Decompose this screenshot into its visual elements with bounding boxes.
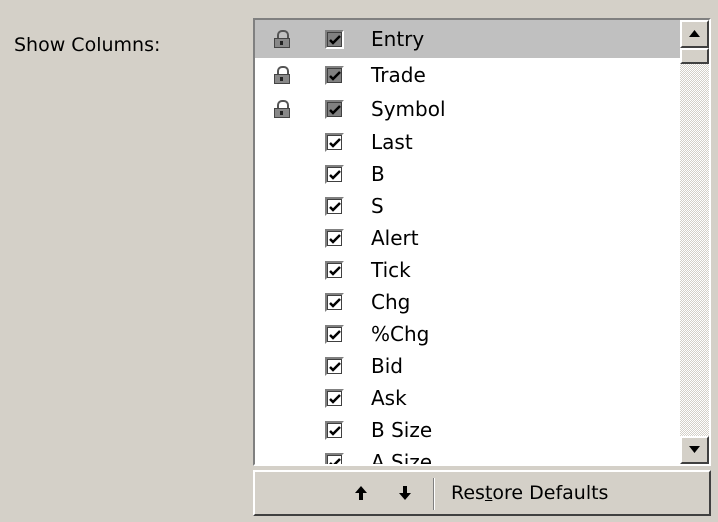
- lock-cell: [255, 30, 309, 48]
- lock-cell: [255, 100, 309, 118]
- column-name: Chg: [371, 290, 411, 314]
- column-row[interactable]: Symbol: [255, 92, 680, 126]
- column-name: Tick: [371, 258, 411, 282]
- checkmark-icon: [328, 169, 341, 180]
- lock-icon: [274, 66, 290, 84]
- column-name: B: [371, 162, 385, 186]
- checkmark-icon: [328, 104, 341, 115]
- check-cell: [309, 388, 359, 408]
- column-name: Entry: [371, 27, 425, 51]
- column-name: Bid: [371, 354, 403, 378]
- column-name: B Size: [371, 418, 433, 442]
- column-name: Last: [371, 130, 413, 154]
- column-checkbox: [324, 99, 344, 119]
- arrow-up-icon: [355, 486, 367, 500]
- column-checkbox[interactable]: [324, 132, 344, 152]
- column-checkbox[interactable]: [324, 164, 344, 184]
- column-checkbox[interactable]: [324, 196, 344, 216]
- check-cell: [309, 292, 359, 312]
- check-cell: [309, 65, 359, 85]
- column-row[interactable]: Last: [255, 126, 680, 158]
- scroll-down-button[interactable]: [680, 436, 709, 464]
- lock-icon: [274, 30, 290, 48]
- check-cell: [309, 356, 359, 376]
- column-name: Symbol: [371, 97, 446, 121]
- checkmark-icon: [328, 425, 341, 436]
- column-row[interactable]: Bid: [255, 350, 680, 382]
- column-row[interactable]: Ask: [255, 382, 680, 414]
- column-checkbox: [324, 29, 344, 49]
- checkmark-icon: [328, 361, 341, 372]
- column-checkbox[interactable]: [324, 420, 344, 440]
- column-name: Trade: [371, 63, 426, 87]
- checkmark-icon: [328, 329, 341, 340]
- check-cell: [309, 29, 359, 49]
- check-cell: [309, 228, 359, 248]
- column-row[interactable]: B: [255, 158, 680, 190]
- column-name: Alert: [371, 226, 419, 250]
- restore-label-pre: Res: [451, 482, 485, 504]
- column-checkbox[interactable]: [324, 260, 344, 280]
- column-checkbox[interactable]: [324, 388, 344, 408]
- checkmark-icon: [328, 34, 341, 45]
- lock-icon: [274, 100, 290, 118]
- scroll-up-button[interactable]: [680, 20, 709, 48]
- checkmark-icon: [328, 137, 341, 148]
- scroll-thumb[interactable]: [680, 48, 709, 64]
- restore-label-post: ore Defaults: [492, 482, 609, 504]
- column-checkbox: [324, 65, 344, 85]
- columns-listbox[interactable]: Entry Trade Symbol Last B S Alert Tick Chg %Chg Bi…: [253, 18, 711, 466]
- column-name: Ask: [371, 386, 407, 410]
- column-row[interactable]: A Size: [255, 446, 680, 466]
- column-checkbox[interactable]: [324, 452, 344, 464]
- checkmark-icon: [328, 233, 341, 244]
- check-cell: [309, 132, 359, 152]
- column-row[interactable]: %Chg: [255, 318, 680, 350]
- column-row[interactable]: S: [255, 190, 680, 222]
- arrow-down-icon: [399, 486, 411, 500]
- check-cell: [309, 324, 359, 344]
- column-checkbox[interactable]: [324, 292, 344, 312]
- column-checkbox[interactable]: [324, 356, 344, 376]
- check-cell: [309, 99, 359, 119]
- checkmark-icon: [328, 457, 341, 464]
- column-row[interactable]: B Size: [255, 414, 680, 446]
- show-columns-label: Show Columns:: [14, 34, 161, 56]
- column-name: A Size: [371, 450, 433, 466]
- checkmark-icon: [328, 265, 341, 276]
- columns-list: Entry Trade Symbol Last B S Alert Tick Chg %Chg Bi…: [255, 20, 680, 466]
- column-row[interactable]: Tick: [255, 254, 680, 286]
- checkmark-icon: [328, 297, 341, 308]
- check-cell: [309, 260, 359, 280]
- move-up-button[interactable]: [347, 478, 375, 508]
- toolbar-separator: [433, 478, 435, 510]
- column-row[interactable]: Entry: [255, 20, 680, 58]
- triangle-up-icon: [689, 30, 700, 37]
- column-checkbox[interactable]: [324, 228, 344, 248]
- check-cell: [309, 420, 359, 440]
- move-down-button[interactable]: [391, 478, 419, 508]
- column-row[interactable]: Trade: [255, 58, 680, 92]
- checkmark-icon: [328, 393, 341, 404]
- column-checkbox[interactable]: [324, 324, 344, 344]
- check-cell: [309, 452, 359, 464]
- column-row[interactable]: Alert: [255, 222, 680, 254]
- column-toolbar: Restore Defaults: [253, 470, 711, 516]
- check-cell: [309, 196, 359, 216]
- checkmark-icon: [328, 70, 341, 81]
- column-row[interactable]: Chg: [255, 286, 680, 318]
- column-name: %Chg: [371, 322, 430, 346]
- vertical-scrollbar[interactable]: [680, 20, 709, 464]
- column-name: S: [371, 194, 384, 218]
- checkmark-icon: [328, 201, 341, 212]
- restore-defaults-button[interactable]: Restore Defaults: [451, 478, 608, 508]
- lock-cell: [255, 66, 309, 84]
- check-cell: [309, 164, 359, 184]
- triangle-down-icon: [689, 446, 700, 453]
